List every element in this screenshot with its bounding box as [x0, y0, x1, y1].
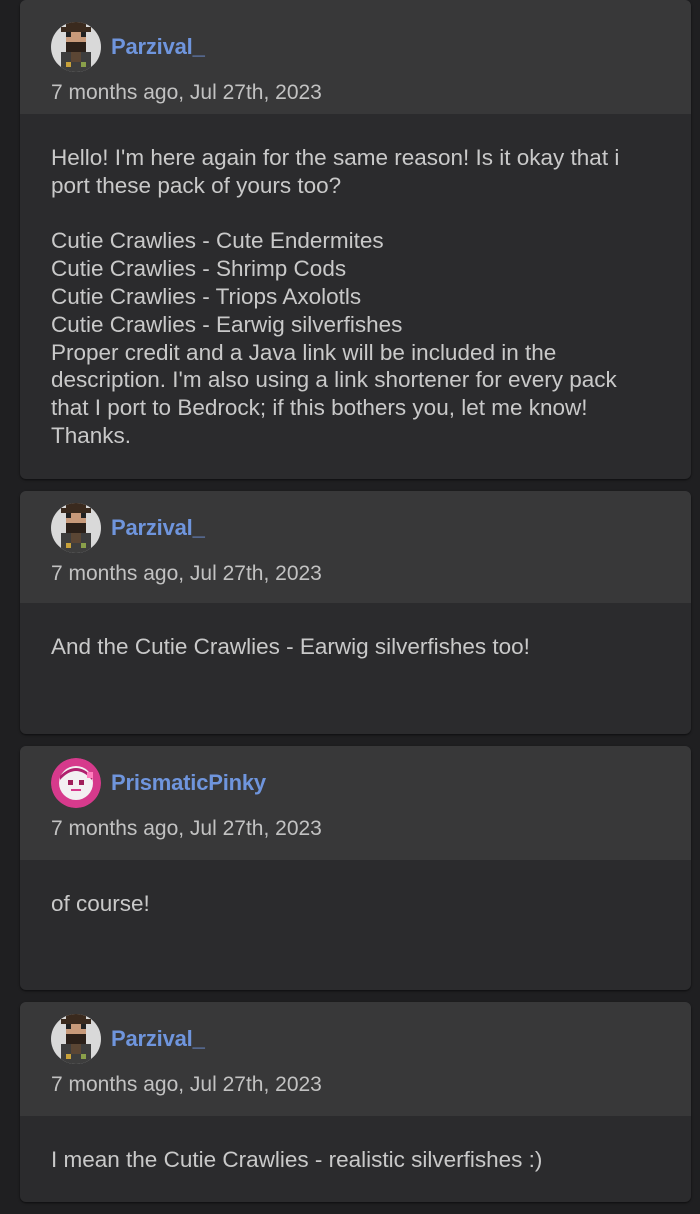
- comment-body: I mean the Cutie Crawlies - realistic si…: [20, 1116, 691, 1174]
- comment-card: Parzival_ 7 months ago, Jul 27th, 2023 H…: [20, 0, 691, 479]
- comment-text: I mean the Cutie Crawlies - realistic si…: [51, 1147, 543, 1172]
- username[interactable]: Parzival_: [111, 1026, 205, 1052]
- comment-text: Hello! I'm here again for the same reaso…: [51, 145, 620, 448]
- timestamp: 7 months ago, Jul 27th, 2023: [51, 817, 322, 840]
- pixel-bearded-man-avatar-icon[interactable]: [51, 1014, 101, 1064]
- timestamp: 7 months ago, Jul 27th, 2023: [51, 1073, 322, 1096]
- pink-character-avatar-icon[interactable]: [51, 758, 101, 808]
- comment-text: And the Cutie Crawlies - Earwig silverfi…: [51, 634, 530, 659]
- pixel-bearded-man-avatar-icon[interactable]: [51, 503, 101, 553]
- comment-card: PrismaticPinky 7 months ago, Jul 27th, 2…: [20, 746, 691, 990]
- timestamp: 7 months ago, Jul 27th, 2023: [51, 81, 322, 104]
- author-row: Parzival_: [51, 501, 691, 555]
- author-row: PrismaticPinky: [51, 756, 691, 810]
- comment-header: Parzival_ 7 months ago, Jul 27th, 2023: [20, 491, 691, 603]
- comment-body: Hello! I'm here again for the same reaso…: [20, 114, 691, 450]
- timestamp: 7 months ago, Jul 27th, 2023: [51, 562, 322, 585]
- comment-header: PrismaticPinky 7 months ago, Jul 27th, 2…: [20, 746, 691, 860]
- username[interactable]: Parzival_: [111, 515, 205, 541]
- author-row: Parzival_: [51, 20, 691, 74]
- comment-header: Parzival_ 7 months ago, Jul 27th, 2023: [20, 1002, 691, 1116]
- comment-text: of course!: [51, 891, 150, 916]
- author-row: Parzival_: [51, 1012, 691, 1066]
- comment-thread: Parzival_ 7 months ago, Jul 27th, 2023 H…: [20, 0, 691, 1214]
- username[interactable]: PrismaticPinky: [111, 770, 266, 796]
- comment-body: And the Cutie Crawlies - Earwig silverfi…: [20, 603, 691, 661]
- comment-card: Parzival_ 7 months ago, Jul 27th, 2023 I…: [20, 1002, 691, 1202]
- comment-card: Parzival_ 7 months ago, Jul 27th, 2023 A…: [20, 491, 691, 734]
- comment-body: of course!: [20, 860, 691, 918]
- username[interactable]: Parzival_: [111, 34, 205, 60]
- comment-header: Parzival_ 7 months ago, Jul 27th, 2023: [20, 0, 691, 114]
- pixel-bearded-man-avatar-icon[interactable]: [51, 22, 101, 72]
